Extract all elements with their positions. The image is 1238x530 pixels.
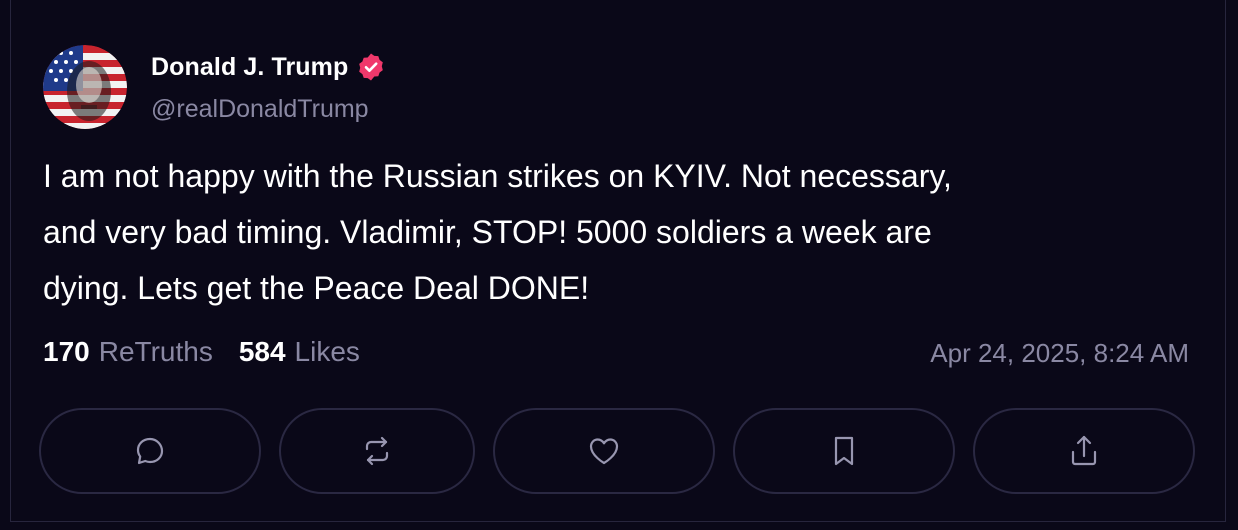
heart-icon (589, 438, 619, 465)
author-display-name[interactable]: Donald J. Trump (151, 53, 348, 82)
retruths-count[interactable]: 170 (43, 336, 90, 368)
retruth-button[interactable] (279, 408, 475, 494)
bookmark-icon (834, 436, 854, 466)
retruths-label[interactable]: ReTruths (99, 336, 213, 368)
post-text: I am not happy with the Russian strikes … (43, 158, 952, 306)
share-icon (1071, 435, 1097, 466)
verified-badge-icon (356, 52, 386, 82)
likes-label[interactable]: Likes (295, 336, 360, 368)
share-button[interactable] (973, 408, 1195, 494)
bookmark-button[interactable] (733, 408, 955, 494)
post-timestamp: Apr 24, 2025, 8:24 AM (930, 338, 1189, 368)
avatar-flag-portrait-icon (43, 45, 127, 129)
comment-bubble-icon (136, 437, 164, 465)
reply-button[interactable] (39, 408, 261, 494)
post-stats: 170 ReTruths 584 Likes (43, 336, 360, 368)
author-name-row: Donald J. Trump (151, 52, 386, 82)
author-avatar[interactable] (43, 45, 127, 129)
repost-arrows-icon (365, 436, 389, 466)
author-handle[interactable]: @realDonaldTrump (151, 95, 369, 124)
post-card: Donald J. Trump @realDonaldTrump I am no… (10, 0, 1226, 522)
like-button[interactable] (493, 408, 715, 494)
likes-count[interactable]: 584 (239, 336, 286, 368)
action-bar (39, 408, 1195, 494)
